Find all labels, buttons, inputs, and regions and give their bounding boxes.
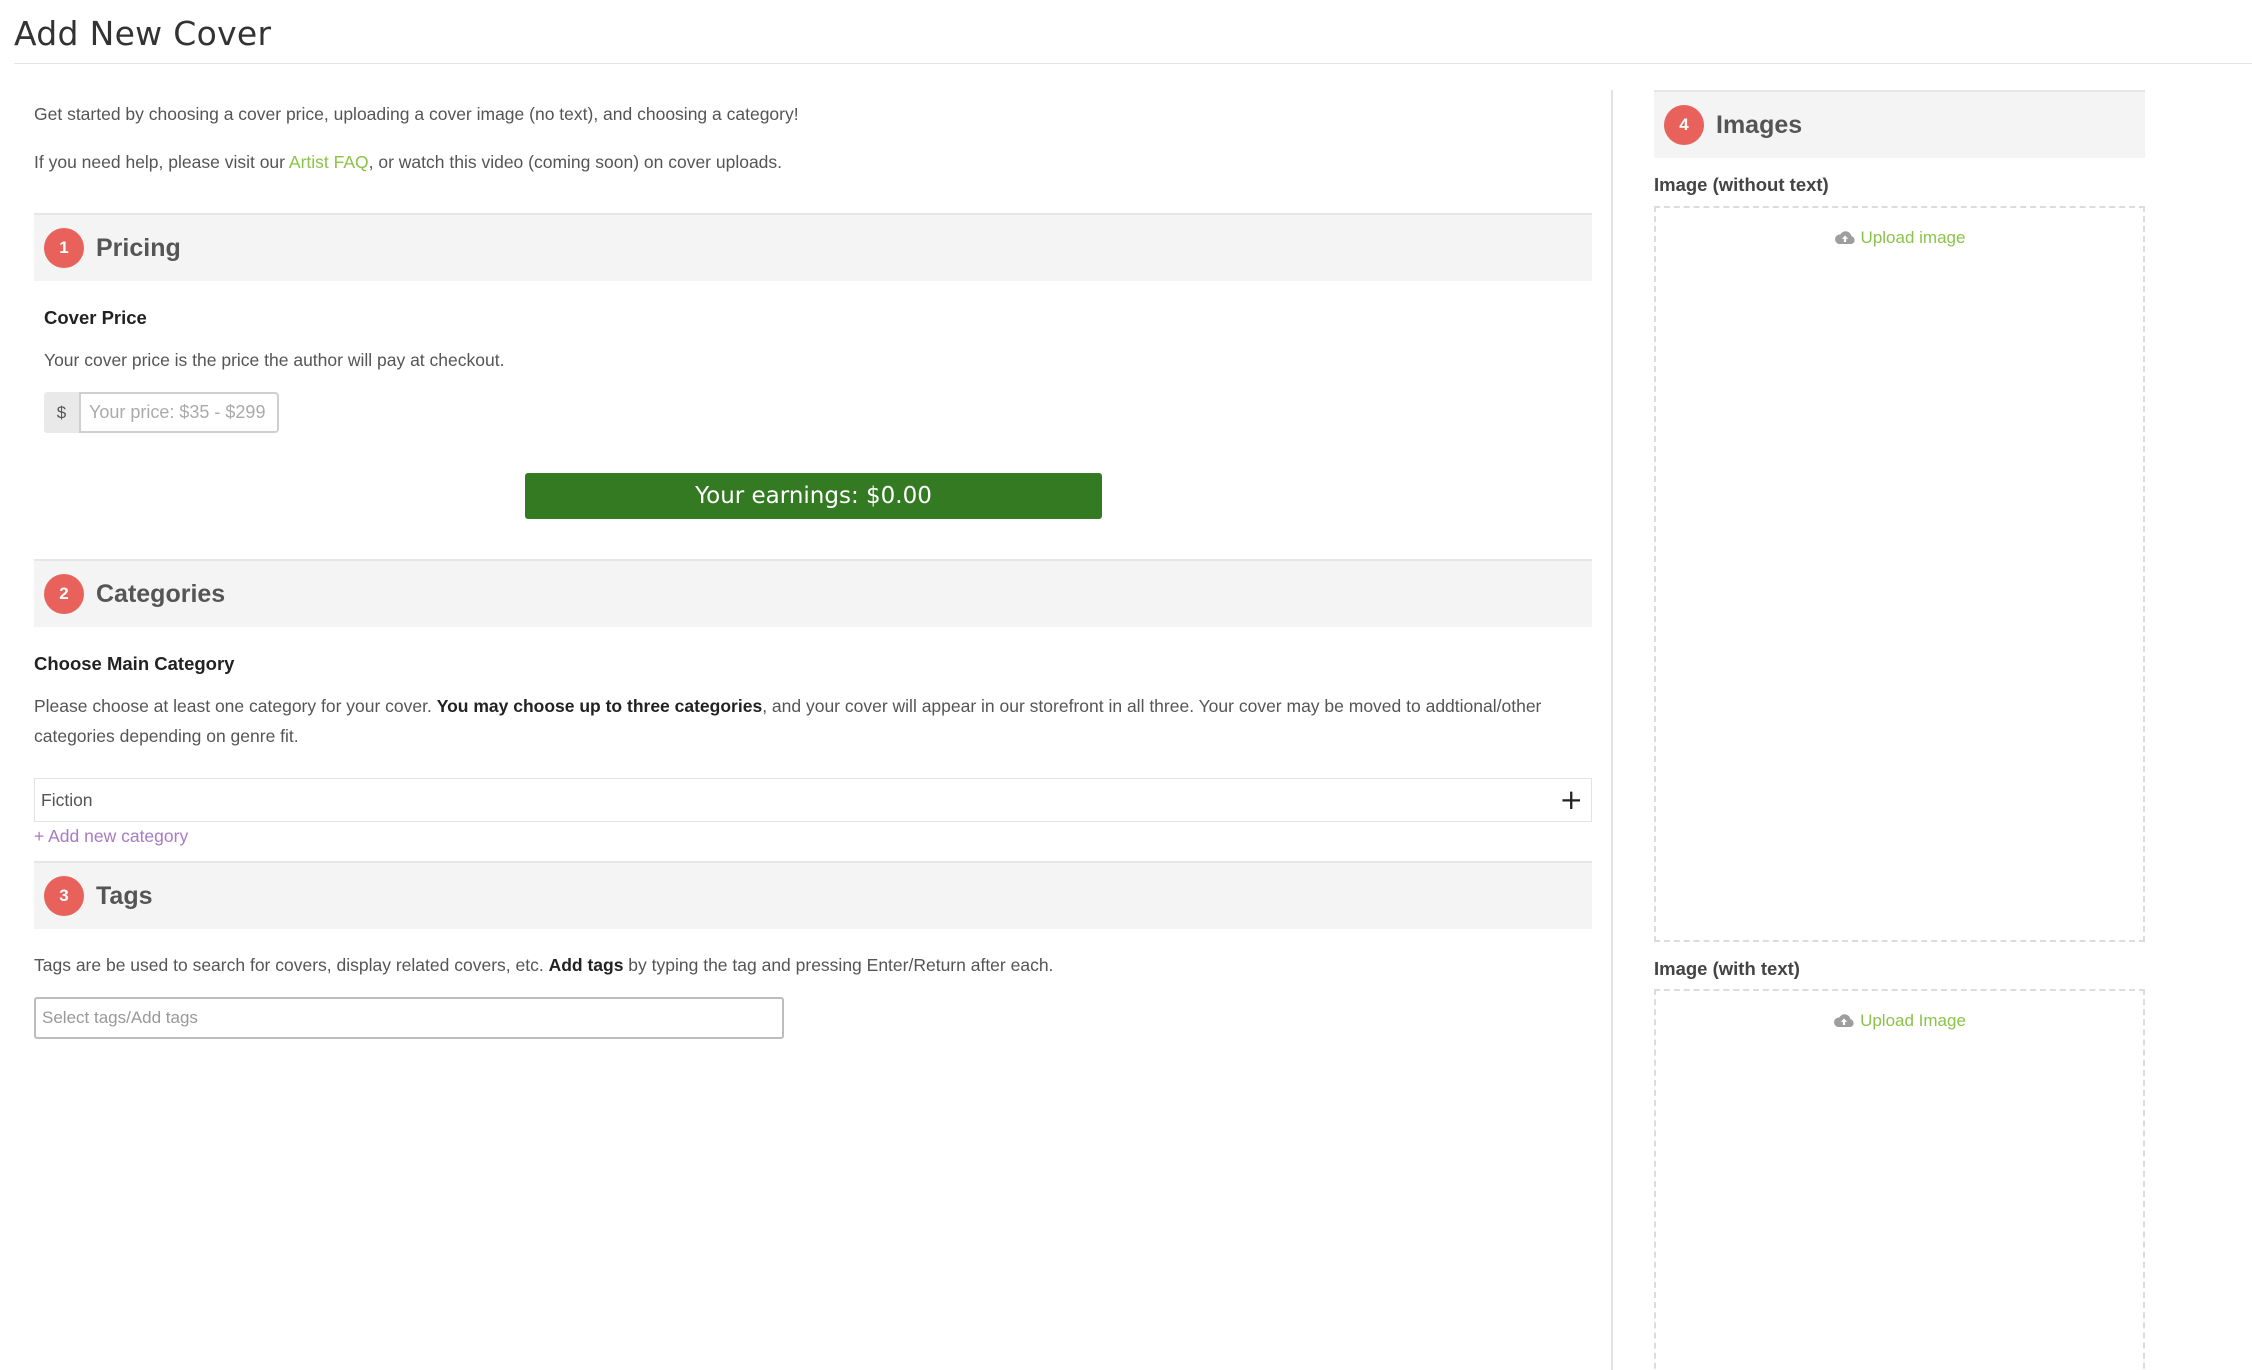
categories-title: Categories (96, 579, 226, 608)
upload-image-with-text-link[interactable]: Upload Image (1656, 1011, 2143, 1031)
image-without-text-label: Image (without text) (1654, 174, 1829, 195)
column-divider (1611, 90, 1613, 1370)
upload-image-without-text-link[interactable]: Upload image (1656, 228, 2143, 248)
price-input-group: $ (44, 392, 279, 433)
tags-desc-bold: Add tags (548, 955, 624, 975)
intro-text: Get started by choosing a cover price, u… (34, 104, 799, 124)
category-select-row[interactable]: Fiction + (34, 778, 1592, 822)
tags-title: Tags (96, 881, 153, 910)
pricing-section-header: 1 Pricing (34, 213, 1592, 281)
image-with-text-dropzone[interactable]: Upload Image (1654, 989, 2145, 1370)
categories-section-header: 2 Categories (34, 559, 1592, 627)
upload-image-label: Upload Image (1860, 1011, 1966, 1030)
plus-icon[interactable]: + (1560, 786, 1583, 814)
step-badge-4: 4 (1664, 105, 1704, 145)
add-category-link[interactable]: + Add new category (34, 826, 188, 847)
tags-section-header: 3 Tags (34, 861, 1592, 929)
step-badge-3: 3 (44, 876, 84, 916)
help-text-prefix: If you need help, please visit our (34, 152, 289, 172)
cover-price-description: Your cover price is the price the author… (44, 350, 505, 370)
category-desc-prefix: Please choose at least one category for … (34, 696, 437, 716)
earnings-display-button[interactable]: Your earnings: $0.00 (525, 473, 1102, 519)
tags-description: Tags are be used to search for covers, d… (34, 950, 1053, 980)
tags-input[interactable] (34, 997, 784, 1039)
currency-addon: $ (44, 392, 79, 433)
tags-desc-suffix: by typing the tag and pressing Enter/Ret… (623, 955, 1054, 975)
category-description: Please choose at least one category for … (34, 691, 1574, 751)
cover-price-input[interactable] (79, 392, 279, 433)
help-text: If you need help, please visit our Artis… (34, 152, 782, 173)
pricing-title: Pricing (96, 233, 181, 262)
cover-price-heading: Cover Price (44, 307, 147, 328)
images-title: Images (1716, 110, 1803, 139)
step-badge-2: 2 (44, 574, 84, 614)
step-badge-1: 1 (44, 228, 84, 268)
images-section-header: 4 Images (1654, 90, 2145, 158)
upload-image-label: Upload image (1860, 228, 1966, 247)
help-text-suffix: , or watch this video (coming soon) on c… (368, 152, 783, 172)
category-desc-bold: You may choose up to three categories (436, 696, 763, 716)
image-without-text-dropzone[interactable]: Upload image (1654, 206, 2145, 942)
main-category-heading: Choose Main Category (34, 653, 235, 674)
page-title: Add New Cover (14, 14, 272, 53)
tags-desc-prefix: Tags are be used to search for covers, d… (34, 955, 549, 975)
artist-faq-link[interactable]: Artist FAQ (289, 152, 369, 172)
title-divider (14, 63, 2252, 64)
image-with-text-label: Image (with text) (1654, 958, 1800, 979)
cloud-upload-icon (1833, 1013, 1855, 1029)
category-label: Fiction (41, 789, 93, 810)
cloud-upload-icon (1834, 230, 1856, 246)
